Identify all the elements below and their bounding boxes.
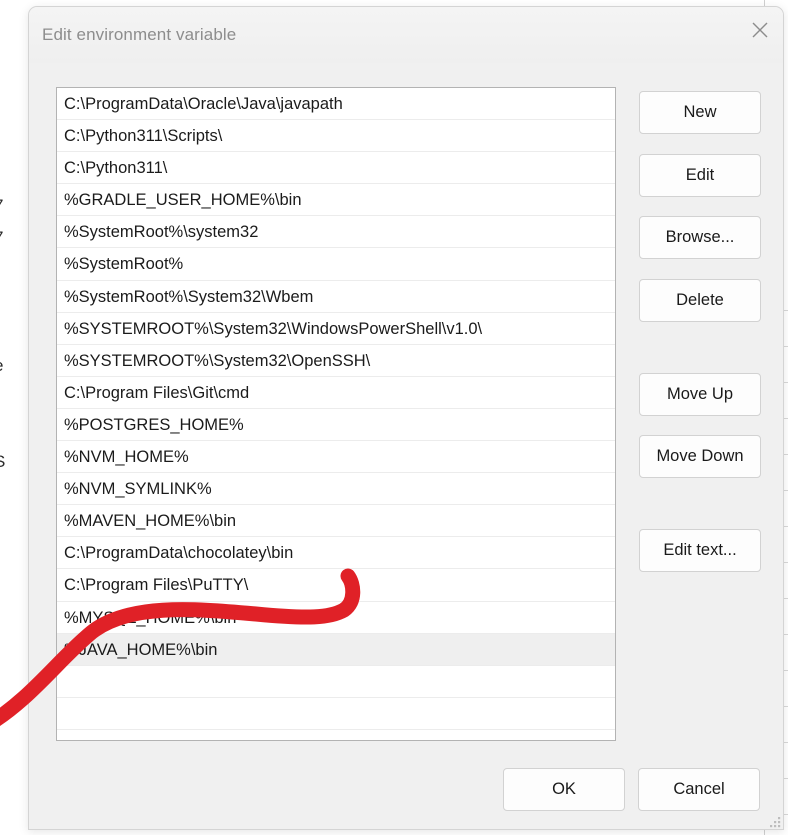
close-icon bbox=[750, 20, 770, 40]
list-item[interactable]: C:\Python311\ bbox=[57, 152, 615, 185]
list-item[interactable]: %SystemRoot%\system32 bbox=[57, 216, 615, 249]
list-item[interactable]: C:\Program Files\PuTTY\ bbox=[57, 569, 615, 602]
screen: l//77tI/e-ISt\- Edit environment variabl… bbox=[0, 0, 788, 835]
edit-environment-variable-dialog: Edit environment variable C:\ProgramData… bbox=[28, 6, 784, 830]
list-item[interactable]: %NVM_HOME% bbox=[57, 441, 615, 474]
background-text-fragment: e bbox=[0, 356, 3, 376]
list-item[interactable]: %POSTGRES_HOME% bbox=[57, 409, 615, 442]
resize-grip-icon[interactable] bbox=[767, 815, 783, 831]
list-item[interactable]: %SYSTEMROOT%\System32\OpenSSH\ bbox=[57, 345, 615, 377]
background-text-fragment: S bbox=[0, 452, 5, 472]
dialog-title: Edit environment variable bbox=[42, 25, 237, 44]
cancel-button[interactable]: Cancel bbox=[638, 768, 760, 811]
background-text-fragment: 7 bbox=[0, 228, 3, 248]
edit-button[interactable]: Edit bbox=[639, 154, 761, 197]
list-item[interactable]: %MYSQL_HOME%\bin bbox=[57, 602, 615, 634]
dialog-titlebar: Edit environment variable bbox=[29, 7, 783, 63]
list-item[interactable]: %JAVA_HOME%\bin bbox=[57, 633, 615, 666]
browse-button[interactable]: Browse... bbox=[639, 216, 761, 259]
list-item[interactable]: %SYSTEMROOT%\System32\WindowsPowerShell\… bbox=[57, 313, 615, 345]
new-button[interactable]: New bbox=[639, 91, 761, 134]
move-up-button[interactable]: Move Up bbox=[639, 373, 761, 416]
path-entries-listbox[interactable]: C:\ProgramData\Oracle\Java\javapath C:\Py… bbox=[56, 87, 616, 741]
delete-button[interactable]: Delete bbox=[639, 279, 761, 322]
edit-text-button[interactable]: Edit text... bbox=[639, 529, 761, 572]
list-item[interactable]: %SystemRoot%\System32\Wbem bbox=[57, 281, 615, 313]
list-item[interactable]: %NVM_SYMLINK% bbox=[57, 473, 615, 506]
list-item[interactable]: %MAVEN_HOME%\bin bbox=[57, 505, 615, 538]
list-item[interactable]: C:\ProgramData\Oracle\Java\javapath bbox=[57, 88, 615, 121]
list-item-empty[interactable] bbox=[57, 666, 615, 698]
list-item-empty[interactable] bbox=[57, 698, 615, 730]
list-item[interactable]: C:\Program Files\Git\cmd bbox=[57, 377, 615, 409]
ok-button[interactable]: OK bbox=[503, 768, 625, 811]
list-item[interactable]: %SystemRoot% bbox=[57, 248, 615, 281]
list-item[interactable]: C:\Python311\Scripts\ bbox=[57, 120, 615, 153]
move-down-button[interactable]: Move Down bbox=[639, 435, 761, 478]
list-item-empty[interactable] bbox=[57, 730, 615, 740]
close-button[interactable] bbox=[736, 7, 783, 53]
list-item[interactable]: %GRADLE_USER_HOME%\bin bbox=[57, 184, 615, 217]
list-item[interactable]: C:\ProgramData\chocolatey\bin bbox=[57, 537, 615, 570]
background-text-fragment: 7 bbox=[0, 196, 3, 216]
